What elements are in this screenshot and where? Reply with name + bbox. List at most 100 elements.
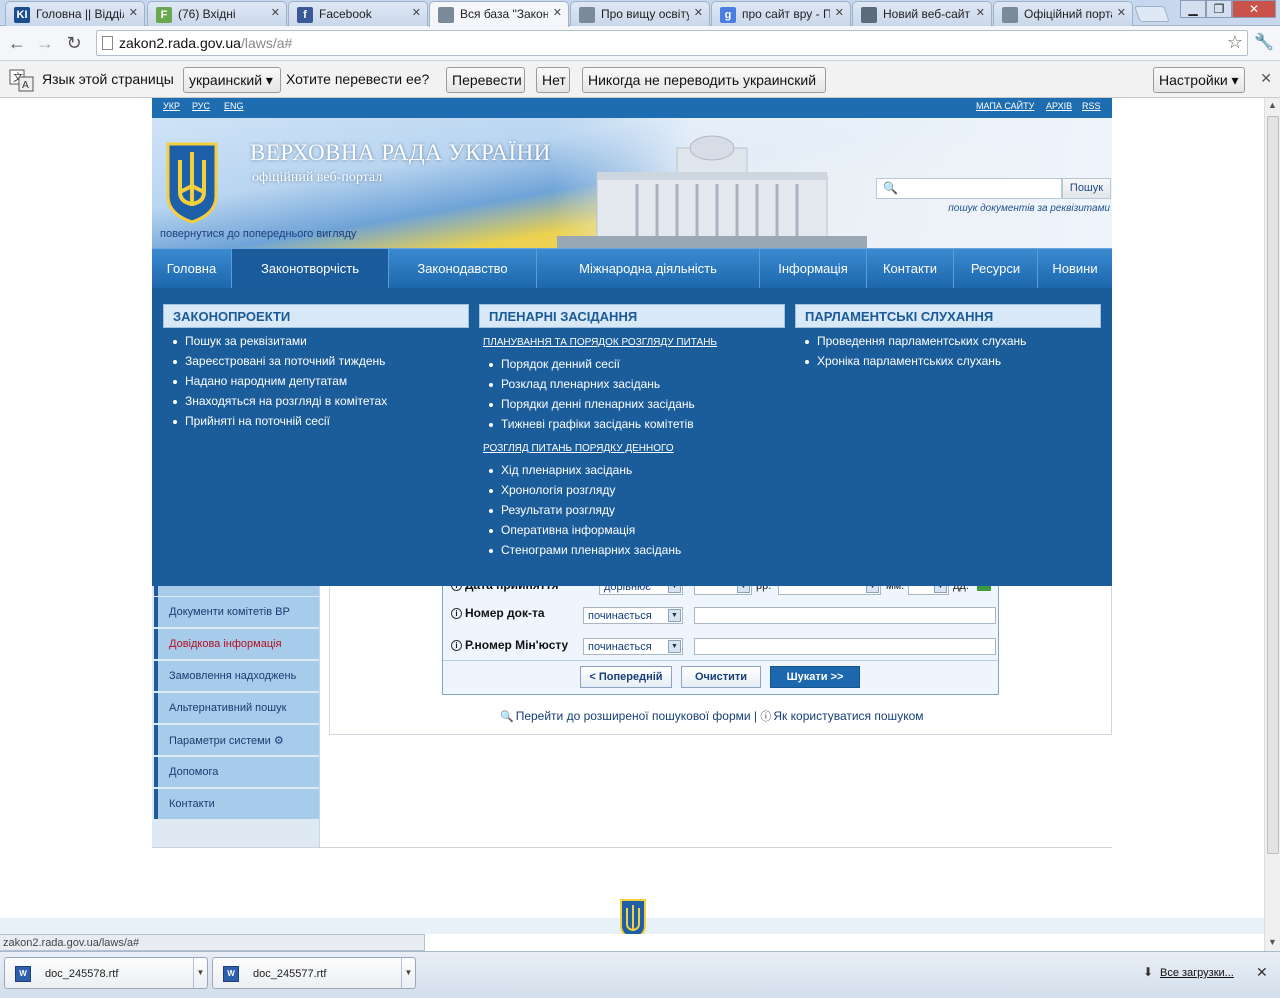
dropdown-heading-plenary[interactable]: ПЛЕНАРНІ ЗАСІДАННЯ [479,304,785,328]
tab-0[interactable]: KI Головна || Відділ ✕ [5,1,145,26]
close-infobar-icon[interactable]: ✕ [1260,70,1272,87]
dropdown-item[interactable]: Порядки денні пленарних засідань [489,397,695,411]
previous-button[interactable]: < Попередній [580,666,672,688]
all-downloads-link[interactable]: Все загрузки... [1160,967,1234,979]
left-menu-item-committee-docs[interactable]: Документи комітетів ВР [154,597,319,627]
vertical-scrollbar[interactable]: ▲ ▼ [1264,98,1280,951]
search-submit-button[interactable]: Шукати >> [770,666,860,688]
minjust-number-input[interactable] [694,638,996,655]
new-tab-button[interactable] [1134,6,1170,22]
footer-coat-of-arms-icon[interactable] [618,898,648,934]
dropdown-item[interactable]: Надано народним депутатам [172,374,347,388]
wrench-icon[interactable]: 🔧 [1254,32,1274,52]
dropdown-item[interactable]: Хронологія розгляду [488,483,615,497]
dropdown-item[interactable]: Хід пленарних засідань [488,463,632,477]
close-window-button[interactable]: ✕ [1232,0,1276,18]
close-shelf-icon[interactable]: ✕ [1256,964,1268,981]
advanced-search-link[interactable]: Перейти до розширеної пошукової форми [516,709,751,723]
site-search-button[interactable]: Пошук [1062,178,1111,199]
download-item[interactable]: W doc_245577.rtf ▼ [212,957,416,989]
search-requisites-link[interactable]: пошук документів за реквізитами [948,203,1110,214]
lang-link-rus[interactable]: РУС [192,101,210,111]
clear-button[interactable]: Очистити [681,666,761,688]
dropdown-subheading-agenda[interactable]: РОЗГЛЯД ПИТАНЬ ПОРЯДКУ ДЕННОГО [483,443,674,454]
never-translate-button[interactable]: Никогда не переводить украинский [582,67,826,93]
nav-lawmaking[interactable]: Законотворчість [232,249,389,289]
dropdown-heading-bills[interactable]: ЗАКОНОПРОЕКТИ [163,304,469,328]
nav-legislation[interactable]: Законодавство [389,249,537,289]
nav-home[interactable]: Головна [152,249,232,289]
tab-5[interactable]: g про сайт вру - По ✕ [711,1,851,26]
sitemap-link[interactable]: МАПА САЙТУ [976,101,1034,111]
back-to-previous-link[interactable]: повернутися до попереднього вигляду [160,228,356,240]
tab-4[interactable]: Про вищу освіту ✕ [570,1,710,26]
left-menu-item-contacts[interactable]: Контакти [154,789,319,819]
doc-number-input[interactable] [694,607,996,624]
lang-link-eng[interactable]: ENG [224,101,244,111]
no-button[interactable]: Нет [536,67,570,93]
tab-close-icon[interactable]: ✕ [1117,6,1126,19]
coat-of-arms-icon[interactable] [162,140,222,224]
nav-international[interactable]: Міжнародна діяльність [537,249,760,289]
chevron-down-icon[interactable]: ▼ [401,958,415,988]
language-select[interactable]: украинский ▾ [183,67,281,93]
tab-3[interactable]: Вся база "Законо ✕ [429,1,569,27]
forward-arrow-icon[interactable]: → [33,32,57,54]
nav-news[interactable]: Новини [1038,249,1112,289]
info-icon[interactable]: i [451,608,462,619]
dropdown-item[interactable]: Проведення парламентських слухань [804,334,1026,348]
address-bar[interactable]: zakon2.rada.gov.ua/laws/a# ☆ [96,30,1248,56]
dropdown-item[interactable]: Стенограми пленарних засідань [488,543,681,557]
dropdown-item[interactable]: Розклад пленарних засідань [488,377,660,391]
maximize-button[interactable]: ❐ [1206,0,1232,18]
tab-7[interactable]: Офіційний порта ✕ [993,1,1133,26]
tab-6[interactable]: Новий веб-сайт В ✕ [852,1,992,26]
dropdown-item[interactable]: Тижневі графіки засідань комітетів [489,417,694,431]
dropdown-item[interactable]: Хроніка парламентських слухань [804,354,1001,368]
dropdown-item[interactable]: Пошук за реквізитами [173,334,307,348]
left-menu-item-alt-search[interactable]: Альтернативний пошук [154,693,319,723]
left-menu-item-settings[interactable]: Параметри системи ⚙ [154,725,319,755]
back-arrow-icon[interactable]: ← [5,32,29,54]
lawmaking-dropdown-menu: ЗАКОНОПРОЕКТИ Пошук за реквізитами Зареє… [152,288,1112,586]
info-icon[interactable]: i [451,640,462,651]
dropdown-item[interactable]: Прийняті на поточній сесії [173,414,330,428]
lang-link-ukr[interactable]: УКР [163,101,180,111]
site-search-input[interactable]: 🔍 [876,178,1062,199]
dropdown-item[interactable]: Результати розгляду [489,503,615,517]
left-menu-item-help[interactable]: Допомога [154,757,319,787]
tab-close-icon[interactable]: ✕ [412,6,421,19]
chevron-down-icon[interactable]: ▼ [193,958,207,988]
scrollbar-thumb[interactable] [1267,116,1279,854]
download-item[interactable]: W doc_245578.rtf ▼ [4,957,208,989]
tab-close-icon[interactable]: ✕ [694,6,703,19]
rss-link[interactable]: RSS [1082,101,1101,111]
bookmark-star-icon[interactable]: ☆ [1227,32,1243,53]
nav-information[interactable]: Інформація [760,249,867,289]
tab-close-icon[interactable]: ✕ [129,6,138,19]
tab-1[interactable]: F (76) Вхідні ✕ [147,1,287,26]
dropdown-item[interactable]: Знаходяться на розгляді в комітетах [172,394,387,408]
minjust-condition-select[interactable]: починається ▼ [583,638,683,655]
left-menu-item-reference[interactable]: Довідкова інформація [154,629,319,659]
dropdown-item[interactable]: Зареєстровані за поточний тиждень [172,354,385,368]
tab-close-icon[interactable]: ✕ [976,6,985,19]
dropdown-heading-hearings[interactable]: ПАРЛАМЕНТСЬКІ СЛУХАННЯ [795,304,1101,328]
how-to-search-link[interactable]: Як користуватися пошуком [773,709,923,723]
translate-button[interactable]: Перевести [446,67,525,93]
tab-close-icon[interactable]: ✕ [553,6,562,19]
tab-close-icon[interactable]: ✕ [835,6,844,19]
settings-button[interactable]: Настройки ▾ [1153,67,1245,93]
archive-link[interactable]: АРХІВ [1046,101,1072,111]
minimize-button[interactable]: ▁ [1180,0,1206,18]
left-menu-item-orders[interactable]: Замовлення надходжень [154,661,319,691]
nav-contacts[interactable]: Контакти [867,249,954,289]
dropdown-subheading-planning[interactable]: ПЛАНУВАННЯ ТА ПОРЯДОК РОЗГЛЯДУ ПИТАНЬ [483,337,717,348]
tab-close-icon[interactable]: ✕ [271,6,280,19]
nav-resources[interactable]: Ресурси [954,249,1038,289]
dropdown-item[interactable]: Порядок денний сесії [489,357,620,371]
tab-2[interactable]: f Facebook ✕ [288,1,428,26]
doc-number-condition-select[interactable]: починається ▼ [583,607,683,624]
reload-icon[interactable]: ↻ [62,32,86,54]
dropdown-item[interactable]: Оперативна інформація [488,523,635,537]
